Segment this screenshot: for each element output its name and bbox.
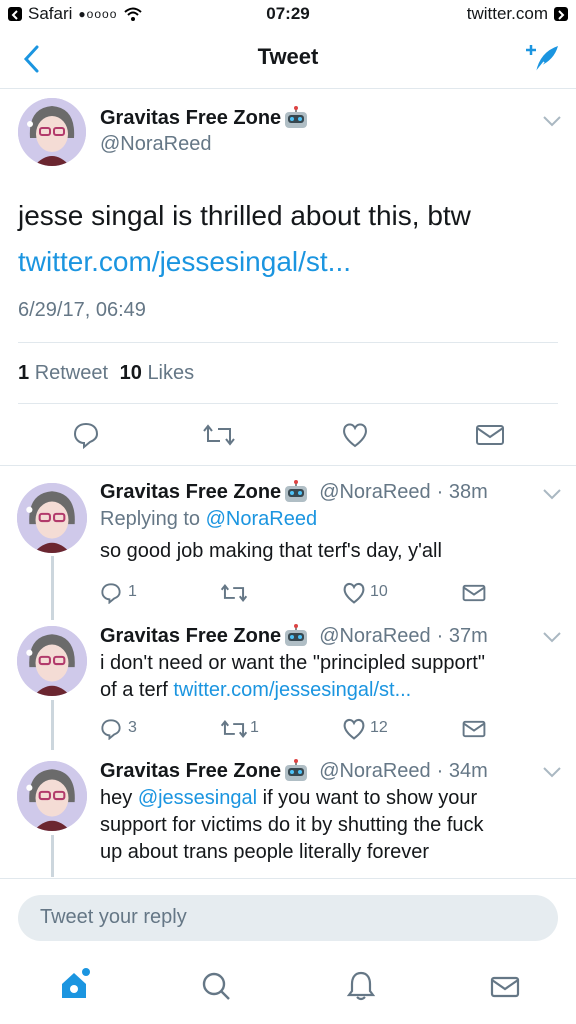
reply-text-fragment: hey	[100, 787, 133, 809]
tab-search[interactable]	[200, 970, 232, 1007]
thread-connector	[51, 700, 54, 750]
divider	[0, 465, 576, 466]
chevron-down-icon[interactable]	[542, 630, 562, 644]
reply-icon[interactable]	[100, 718, 122, 740]
reply-text-fragment: of a terf	[100, 679, 168, 701]
chevron-down-icon[interactable]	[542, 114, 562, 128]
engagement-stats: 1 Retweet 10 Likes	[18, 362, 194, 385]
author-name[interactable]: Gravitas Free Zone	[100, 107, 281, 130]
author-name[interactable]: Gravitas Free Zone	[100, 625, 281, 648]
like-heart-icon[interactable]	[342, 717, 366, 741]
tweet-text: jesse singal is thrilled about this, btw	[18, 200, 471, 231]
status-bar: Safari ●oooo 07:29 twitter.com	[0, 0, 576, 30]
direct-message-icon[interactable]	[462, 719, 486, 739]
reply-icon[interactable]	[72, 421, 100, 449]
divider	[0, 878, 576, 879]
robot-emoji-icon	[285, 106, 308, 128]
tab-bar	[0, 950, 576, 1024]
tweet-reply-input[interactable]: Tweet your reply	[18, 895, 558, 941]
retweet-count[interactable]: 1	[18, 362, 29, 384]
chevron-down-icon[interactable]	[542, 487, 562, 501]
reply-actions: 1 10	[100, 580, 540, 606]
divider	[18, 342, 558, 343]
retweet-icon[interactable]	[220, 719, 248, 739]
direct-message-icon[interactable]	[462, 583, 486, 603]
avatar[interactable]	[17, 483, 87, 553]
avatar[interactable]	[18, 98, 86, 166]
reply-placeholder: Tweet your reply	[40, 906, 187, 928]
reply-time[interactable]: · 38m	[437, 481, 488, 504]
reply-text-line: i don't need or want the "principled sup…	[100, 652, 485, 674]
main-tweet-author[interactable]: Gravitas Free Zone	[100, 106, 309, 130]
retweet-icon[interactable]	[202, 423, 236, 447]
reply-mention[interactable]: @jessesingal	[138, 787, 257, 809]
retweet-icon[interactable]	[220, 583, 248, 603]
author-handle[interactable]: @NoraReed	[319, 760, 430, 783]
reply-count: 1	[128, 583, 137, 600]
reply-text-line: up about trans people literally forever	[100, 841, 430, 863]
page-title: Tweet	[257, 44, 319, 69]
reply-header: Gravitas Free Zone @NoraReed · 37m	[100, 624, 488, 648]
tweet-timestamp: 6/29/17, 06:49	[18, 299, 146, 321]
replying-to-mention[interactable]: @NoraReed	[206, 508, 317, 530]
direct-message-icon[interactable]	[475, 423, 505, 447]
reply-actions: 3 1 12	[100, 716, 540, 742]
forward-to-app-icon[interactable]	[554, 7, 568, 21]
compose-tweet-icon[interactable]	[524, 42, 560, 76]
like-heart-icon[interactable]	[342, 581, 366, 605]
reply-text: so good job making that terf's day, y'al…	[100, 540, 442, 562]
envelope-icon	[490, 976, 520, 998]
reply-time[interactable]: · 37m	[437, 625, 488, 648]
thread-connector	[51, 835, 54, 877]
author-handle[interactable]: @NoraReed	[319, 625, 430, 648]
robot-emoji-icon	[285, 759, 308, 781]
reply-count: 3	[128, 719, 137, 736]
like-heart-icon[interactable]	[341, 421, 369, 449]
thread-connector	[51, 556, 54, 620]
robot-emoji-icon	[285, 480, 308, 502]
replying-to-label: Replying to	[100, 508, 201, 530]
chevron-down-icon[interactable]	[542, 765, 562, 779]
reply-icon[interactable]	[100, 582, 122, 604]
like-count: 12	[370, 719, 388, 736]
author-handle[interactable]: @NoraReed	[319, 481, 430, 504]
author-handle[interactable]: @NoraReed	[100, 133, 211, 156]
search-icon	[202, 972, 230, 1000]
reply-link[interactable]: twitter.com/jessesingal/st...	[173, 679, 411, 701]
author-name[interactable]: Gravitas Free Zone	[100, 481, 281, 504]
reply-header: Gravitas Free Zone @NoraReed · 34m	[100, 759, 488, 783]
domain-label: twitter.com	[466, 4, 548, 23]
reply-time[interactable]: · 34m	[437, 760, 488, 783]
like-label[interactable]: Likes	[147, 362, 194, 384]
like-count[interactable]: 10	[120, 362, 142, 384]
tab-home[interactable]	[58, 968, 92, 1007]
reply-text-line: hey @jessesingal if you want to show you…	[100, 785, 477, 812]
home-icon	[62, 968, 90, 998]
reply-text-line: of a terf twitter.com/jessesingal/st...	[100, 677, 411, 704]
reply-header: Gravitas Free Zone @NoraReed · 38m	[100, 480, 488, 504]
avatar[interactable]	[17, 626, 87, 696]
retweet-label[interactable]: Retweet	[35, 362, 108, 384]
navigation-bar: Tweet	[0, 30, 576, 89]
retweet-count: 1	[250, 719, 259, 736]
reply-text-fragment: if you want to show your	[262, 787, 478, 809]
like-count: 10	[370, 583, 388, 600]
divider	[18, 403, 558, 404]
tab-messages[interactable]	[490, 974, 520, 1005]
robot-emoji-icon	[285, 624, 308, 646]
tweet-link[interactable]: twitter.com/jessesingal/st...	[18, 246, 351, 278]
avatar[interactable]	[17, 761, 87, 831]
bell-icon	[346, 971, 376, 1001]
replying-to: Replying to @NoraReed	[100, 508, 317, 531]
author-name[interactable]: Gravitas Free Zone	[100, 760, 281, 783]
reply-text-line: support for victims do it by shutting th…	[100, 814, 484, 836]
tab-notifications[interactable]	[346, 970, 376, 1007]
